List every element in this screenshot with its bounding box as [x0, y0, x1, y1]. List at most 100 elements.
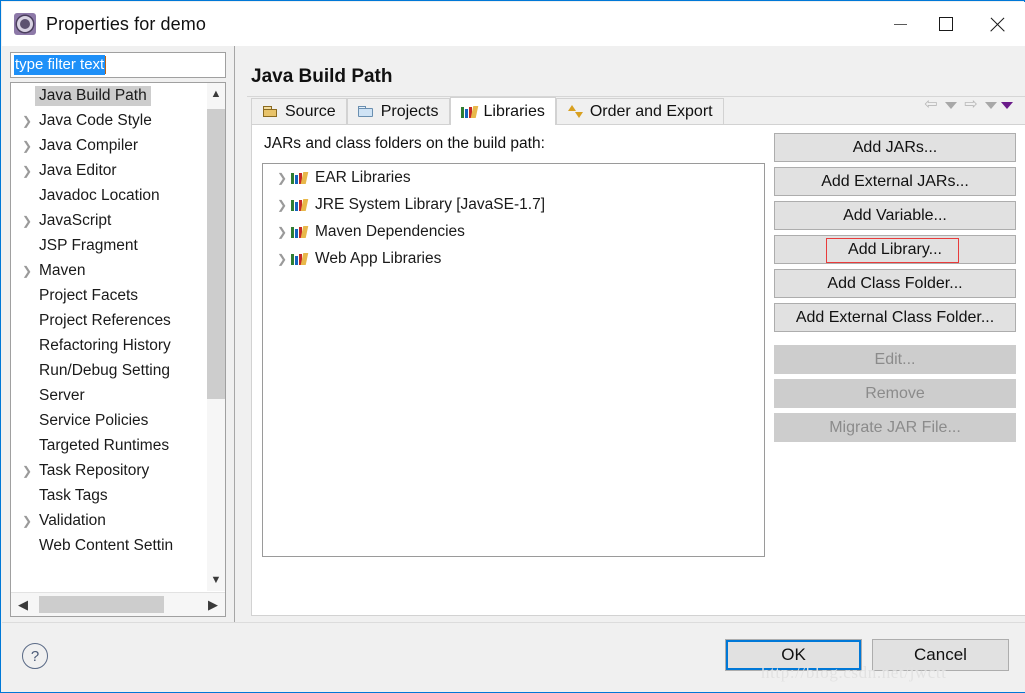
sidebar-item-web-content-settin[interactable]: Web Content Settin: [11, 533, 207, 558]
button-label: Migrate JAR File...: [829, 418, 961, 436]
sidebar-item-validation[interactable]: ❯ Validation: [11, 508, 207, 533]
sidebar-item-server[interactable]: Server: [11, 383, 207, 408]
tab-strip: Source Projects Libraries Order and Export: [251, 97, 724, 125]
ok-button[interactable]: OK: [725, 639, 862, 671]
window-controls: [877, 2, 1025, 46]
cancel-button[interactable]: Cancel: [872, 639, 1009, 671]
sidebar-item-java-editor[interactable]: ❯ Java Editor: [11, 158, 207, 183]
forward-menu-chevron-down-icon[interactable]: [985, 101, 997, 109]
sidebar-item-maven[interactable]: ❯ Maven: [11, 258, 207, 283]
sidebar-item-label: Web Content Settin: [39, 536, 174, 554]
button-label: Add External JARs...: [821, 172, 969, 190]
sidebar-item-targeted-runtimes[interactable]: Targeted Runtimes: [11, 433, 207, 458]
sidebar-item-label: Maven: [39, 261, 86, 279]
sidebar-item-java-code-style[interactable]: ❯ Java Code Style: [11, 108, 207, 133]
sidebar-item-javadoc-location[interactable]: Javadoc Location: [11, 183, 207, 208]
library-entry-label: EAR Libraries: [315, 168, 411, 186]
expand-chevron-right-icon[interactable]: ❯: [273, 252, 291, 266]
sidebar-item-label: Java Build Path: [35, 85, 151, 106]
add-library-button[interactable]: Add Library...: [774, 235, 1016, 264]
filter-input[interactable]: type filter text: [10, 52, 226, 78]
expand-chevron-right-icon[interactable]: ❯: [19, 140, 35, 152]
sidebar-item-javascript[interactable]: ❯ JavaScript: [11, 208, 207, 233]
library-icon: [291, 198, 309, 212]
sidebar-item-task-repository[interactable]: ❯ Task Repository: [11, 458, 207, 483]
close-button[interactable]: [969, 2, 1025, 46]
add-external-jars-button[interactable]: Add External JARs...: [774, 167, 1016, 196]
tab-label: Source: [285, 103, 336, 120]
sidebar-item-label: JSP Fragment: [39, 236, 138, 254]
sidebar-item-service-policies[interactable]: Service Policies: [11, 408, 207, 433]
help-question-icon[interactable]: ?: [22, 643, 48, 669]
expand-chevron-right-icon[interactable]: ❯: [19, 515, 35, 527]
sidebar-item-label: Service Policies: [39, 411, 149, 429]
remove-button: Remove: [774, 379, 1016, 408]
edit-button: Edit...: [774, 345, 1016, 374]
add-class-folder-button[interactable]: Add Class Folder...: [774, 269, 1016, 298]
add-external-class-folder-button[interactable]: Add External Class Folder...: [774, 303, 1016, 332]
tree-vertical-scrollbar[interactable]: ▲ ▼: [207, 83, 225, 591]
expand-chevron-right-icon[interactable]: ❯: [273, 171, 291, 185]
sidebar-item-jsp-fragment[interactable]: JSP Fragment: [11, 233, 207, 258]
chevron-up-icon[interactable]: ▲: [207, 85, 225, 103]
expand-chevron-right-icon[interactable]: ❯: [19, 265, 35, 277]
sidebar-item-refactoring-history[interactable]: Refactoring History: [11, 333, 207, 358]
maximize-button[interactable]: [923, 2, 969, 46]
library-entry-row[interactable]: ❯ EAR Libraries: [263, 164, 764, 191]
button-label: Add Library...: [848, 240, 942, 258]
tab-libraries[interactable]: Libraries: [449, 97, 556, 125]
folder-icon: [357, 105, 375, 119]
minimize-button[interactable]: [877, 2, 923, 46]
sidebar-item-java-compiler[interactable]: ❯ Java Compiler: [11, 133, 207, 158]
add-jars-button[interactable]: Add JARs...: [774, 133, 1016, 162]
library-entry-row[interactable]: ❯ Web App Libraries: [263, 245, 764, 272]
libraries-tree[interactable]: ❯ EAR Libraries ❯ JRE System Library [JavaS…: [262, 163, 765, 557]
maximize-icon: [939, 17, 953, 31]
tab-projects[interactable]: Projects: [346, 98, 450, 125]
expand-chevron-right-icon[interactable]: ❯: [273, 198, 291, 212]
library-entry-row[interactable]: ❯ JRE System Library [JavaSE-1.7]: [263, 191, 764, 218]
dialog-body: type filter text Java Build Path ❯ Java Co…: [2, 46, 1025, 622]
settings-tree-list: Java Build Path ❯ Java Code Style ❯ Java Com…: [11, 83, 207, 591]
expand-chevron-right-icon[interactable]: ❯: [19, 215, 35, 227]
sidebar-item-run-debug-setting[interactable]: Run/Debug Setting: [11, 358, 207, 383]
chevron-down-icon[interactable]: ▼: [207, 571, 225, 589]
chevron-right-icon[interactable]: ▶: [203, 593, 223, 616]
libraries-button-column: Add JARs... Add External JARs... Add Varia…: [774, 133, 1025, 447]
page-title: Java Build Path: [251, 66, 393, 87]
scrollbar-thumb[interactable]: [207, 109, 225, 399]
libraries-tab-panel: JARs and class folders on the build path…: [251, 124, 1025, 616]
sidebar-item-label: Targeted Runtimes: [39, 436, 170, 454]
sidebar-item-project-references[interactable]: Project References: [11, 308, 207, 333]
sidebar-item-java-build-path[interactable]: Java Build Path: [11, 83, 207, 108]
tree-horizontal-scrollbar[interactable]: ◀ ▶: [11, 592, 225, 616]
expand-chevron-right-icon[interactable]: ❯: [19, 465, 35, 477]
library-entry-row[interactable]: ❯ Maven Dependencies: [263, 218, 764, 245]
sidebar-item-label: Java Editor: [39, 161, 117, 179]
expand-chevron-right-icon[interactable]: ❯: [273, 225, 291, 239]
view-menu-triangle-icon[interactable]: [1001, 101, 1013, 109]
expand-chevron-right-icon[interactable]: ❯: [19, 165, 35, 177]
chevron-left-icon[interactable]: ◀: [13, 593, 33, 616]
tab-order-and-export[interactable]: Order and Export: [555, 98, 724, 125]
settings-tree[interactable]: Java Build Path ❯ Java Code Style ❯ Java Com…: [10, 82, 226, 617]
libraries-description: JARs and class folders on the build path…: [264, 135, 545, 152]
back-arrow-icon[interactable]: ⇦: [921, 96, 941, 114]
scrollbar-thumb-horizontal[interactable]: [39, 596, 164, 613]
sidebar-item-project-facets[interactable]: Project Facets: [11, 283, 207, 308]
add-variable-button[interactable]: Add Variable...: [774, 201, 1016, 230]
back-menu-chevron-down-icon[interactable]: [945, 101, 957, 109]
sidebar-item-label: Javadoc Location: [39, 186, 160, 204]
sidebar-item-label: Refactoring History: [39, 336, 171, 354]
expand-chevron-right-icon[interactable]: ❯: [19, 115, 35, 127]
navigation-pane: type filter text Java Build Path ❯ Java Co…: [10, 52, 226, 617]
sidebar-item-label: Project Facets: [39, 286, 139, 304]
forward-arrow-icon[interactable]: ⇨: [961, 96, 981, 114]
button-label: Add JARs...: [852, 138, 938, 156]
sidebar-item-label: Run/Debug Setting: [39, 361, 170, 379]
sidebar-item-task-tags[interactable]: Task Tags: [11, 483, 207, 508]
package-icon: [262, 105, 279, 119]
button-label: Add Class Folder...: [827, 274, 963, 292]
tab-source[interactable]: Source: [251, 98, 347, 125]
title-bar: Properties for demo: [2, 2, 1025, 46]
